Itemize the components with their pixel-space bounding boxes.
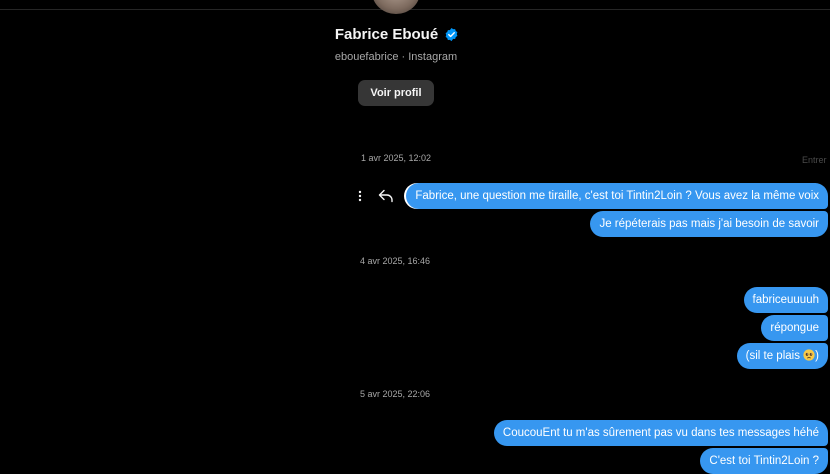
profile-name: Fabrice Eboué (334, 26, 439, 43)
message-bubble[interactable]: C'est toi Tintin2Loin ? (700, 448, 828, 474)
message-text-end: ) (815, 350, 819, 362)
view-profile-button[interactable]: Voir profil (358, 80, 434, 106)
message-bubble[interactable]: Fabrice, une question me tiraille, c'est… (406, 183, 828, 209)
profile-name-row: Fabrice Eboué (0, 26, 794, 43)
message-actions (352, 184, 398, 208)
profile-avatar[interactable] (372, 0, 420, 14)
message-bubble[interactable]: CoucouEnt tu m'as sûrement pas vu dans t… (493, 420, 828, 446)
timestamp: 5 avr 2025, 22:06 (360, 389, 431, 399)
header-cut-text: Entrer (802, 155, 827, 165)
timestamp: 1 avr 2025, 12:02 (361, 153, 432, 163)
message-bubble[interactable]: répongue (761, 315, 828, 341)
message-bubble[interactable]: (sil te plais ) (736, 343, 828, 369)
reply-arrow-icon[interactable] (374, 184, 398, 208)
header-divider (0, 9, 830, 10)
more-options-icon[interactable] (352, 184, 368, 208)
chat-thread: Fabrice Eboué ebouefabrice · Instagram V… (0, 0, 830, 474)
profile-handle: ebouefabrice · Instagram (334, 51, 458, 63)
message-bubble[interactable]: Je répéterais pas mais j'ai besoin de sa… (590, 211, 828, 237)
pleading-face-emoji-icon (803, 345, 815, 361)
timestamp: 4 avr 2025, 16:46 (360, 256, 431, 266)
verified-badge-icon (444, 27, 459, 42)
message-bubble[interactable]: fabriceuuuuh (743, 287, 828, 313)
message-text: (sil te plais (745, 350, 804, 362)
